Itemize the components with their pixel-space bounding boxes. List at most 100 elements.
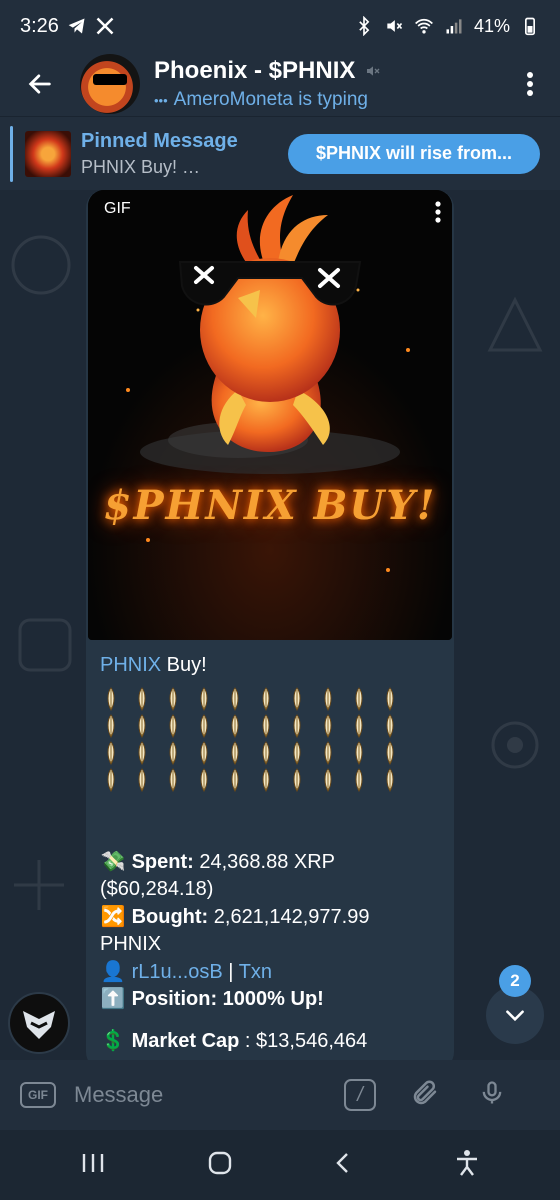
market-cap-value: : $13,546,464 xyxy=(239,1029,368,1052)
pinned-message-bar[interactable]: Pinned Message PHNIX Buy! … $PHNIX will … xyxy=(0,116,560,190)
feather-icon xyxy=(348,714,370,739)
feather-row xyxy=(100,686,440,713)
chat-info[interactable]: Phoenix - $PHNIX ••• AmeroMoneta is typi… xyxy=(154,57,381,111)
phoenix-gif-image xyxy=(88,190,452,640)
status-bar: 3:26 41% xyxy=(0,0,560,52)
gif-caption-text: $PHNIX BUY! xyxy=(103,482,437,529)
shuffle-icon: 🔀 xyxy=(100,905,126,928)
token-link[interactable]: PHNIX xyxy=(100,654,161,676)
feather-icon xyxy=(379,741,401,766)
feather-icon xyxy=(348,741,370,766)
typing-status: AmeroMoneta is typing xyxy=(173,89,368,110)
wallpaper-doodle-icon xyxy=(491,721,539,769)
sunglasses-icon xyxy=(93,74,127,85)
bought-label: Bought: xyxy=(131,905,209,928)
position-text: Position: 1000% Up! xyxy=(131,988,324,1010)
bot-logo-icon xyxy=(23,1011,55,1039)
wallpaper-doodle-icon xyxy=(14,860,64,910)
wallet-link[interactable]: rL1u...osB xyxy=(132,961,223,983)
signal-icon xyxy=(446,19,462,34)
wallpaper-doodle-icon xyxy=(487,296,543,352)
feather-emoji-grid xyxy=(100,686,440,794)
feather-icon xyxy=(317,714,339,739)
feather-icon xyxy=(193,741,215,766)
chevron-down-icon xyxy=(506,1010,524,1022)
gif-badge: GIF xyxy=(104,200,131,217)
bought-token: PHNIX xyxy=(100,933,162,955)
feather-icon xyxy=(379,687,401,712)
sender-avatar[interactable] xyxy=(8,992,70,1054)
feather-icon xyxy=(100,714,122,739)
wallpaper-doodle-icon xyxy=(18,618,72,672)
chat-area[interactable]: GIF $PHNIX BUY! PHNIX Buy! 💸 Spent: 24,3… xyxy=(0,190,560,1060)
gif-button[interactable]: GIF xyxy=(20,1082,56,1108)
feather-icon xyxy=(193,768,215,793)
vertical-dots-icon xyxy=(435,201,441,223)
pinned-title: Pinned Message xyxy=(81,129,238,152)
wifi-icon xyxy=(415,18,433,34)
feather-icon xyxy=(224,687,246,712)
paperclip-icon xyxy=(413,1079,437,1104)
message-bubble[interactable]: GIF $PHNIX BUY! PHNIX Buy! 💸 Spent: 24,3… xyxy=(86,190,454,1060)
system-nav-bar xyxy=(0,1130,560,1200)
pinned-thumbnail xyxy=(25,130,71,177)
feather-icon xyxy=(131,687,153,712)
dollar-sign-icon: 💲 xyxy=(100,1029,126,1052)
txn-link[interactable]: Txn xyxy=(239,961,272,983)
feather-icon xyxy=(348,687,370,712)
link-separator: | xyxy=(222,960,239,983)
feather-row xyxy=(100,767,440,794)
feather-icon xyxy=(317,741,339,766)
feather-icon xyxy=(162,687,184,712)
typing-dots-icon: ••• xyxy=(154,92,168,108)
feather-icon xyxy=(100,741,122,766)
market-cap-label: Market Cap xyxy=(131,1029,240,1052)
chat-title: Phoenix - $PHNIX xyxy=(154,57,356,84)
spent-usd: ($60,284.18) xyxy=(100,878,214,900)
gif-menu-button[interactable] xyxy=(434,200,442,229)
feather-icon xyxy=(317,768,339,793)
feather-icon xyxy=(100,768,122,793)
bought-value: 2,621,142,977.99 xyxy=(208,905,370,928)
feather-icon xyxy=(100,687,122,712)
feather-icon xyxy=(286,687,308,712)
back-nav-button[interactable] xyxy=(333,1150,353,1181)
home-icon xyxy=(208,1151,231,1174)
message-text: PHNIX Buy! 💸 Spent: 24,368.88 XRP ($60,2… xyxy=(100,652,440,1055)
up-arrow-icon: ⬆️ xyxy=(100,988,126,1010)
mute-icon xyxy=(387,20,403,32)
voice-record-button[interactable] xyxy=(478,1078,506,1113)
accessibility-button[interactable] xyxy=(454,1149,480,1182)
message-title-suffix: Buy! xyxy=(161,654,207,676)
x-logo-icon xyxy=(96,17,114,35)
feather-icon xyxy=(193,687,215,712)
feather-icon xyxy=(224,714,246,739)
feather-icon xyxy=(255,741,277,766)
pinned-inline-button[interactable]: $PHNIX will rise from... xyxy=(288,133,540,174)
feather-icon xyxy=(162,714,184,739)
feather-icon xyxy=(162,768,184,793)
feather-icon xyxy=(224,741,246,766)
feather-icon xyxy=(255,714,277,739)
telegram-icon xyxy=(68,18,85,34)
feather-icon xyxy=(255,768,277,793)
group-avatar[interactable] xyxy=(80,54,140,114)
message-composer: GIF Message / xyxy=(0,1060,560,1130)
accessibility-icon xyxy=(456,1149,477,1176)
more-options-button[interactable] xyxy=(500,52,560,116)
back-button[interactable] xyxy=(0,52,80,116)
user-silhouette-icon: 👤 xyxy=(100,960,126,983)
feather-icon xyxy=(162,741,184,766)
pinned-indicator xyxy=(10,125,13,182)
home-button[interactable] xyxy=(207,1150,233,1181)
feather-icon xyxy=(131,741,153,766)
gif-media[interactable]: GIF $PHNIX BUY! xyxy=(88,190,452,640)
message-input[interactable]: Message xyxy=(74,1082,344,1108)
feather-icon xyxy=(224,768,246,793)
unread-count-badge: 2 xyxy=(499,965,531,997)
recents-button[interactable] xyxy=(80,1151,106,1180)
feather-icon xyxy=(317,687,339,712)
bot-commands-button[interactable]: / xyxy=(344,1079,376,1111)
attach-button[interactable] xyxy=(410,1078,440,1113)
feather-icon xyxy=(131,768,153,793)
